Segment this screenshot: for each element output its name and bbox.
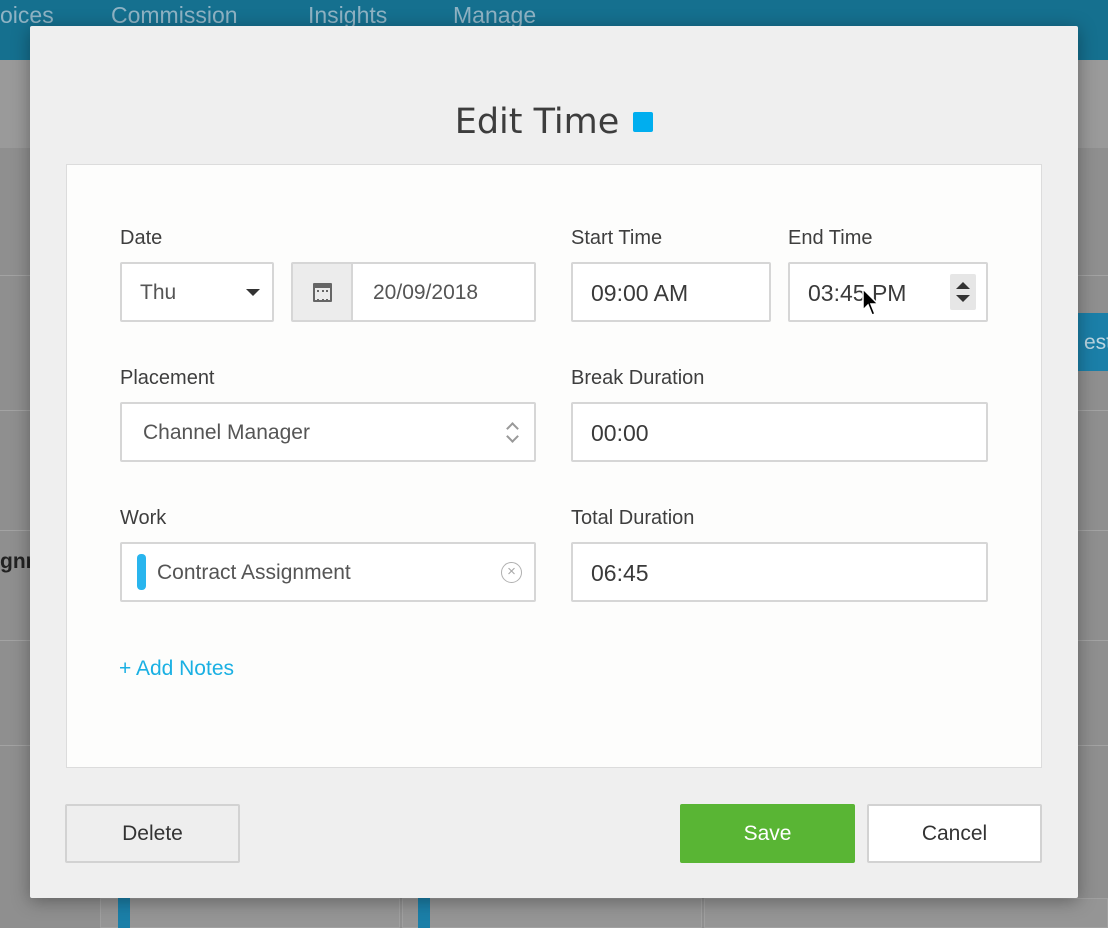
start-time-value: 09:00 AM [591, 280, 689, 306]
break-duration-label: Break Duration [571, 367, 705, 389]
break-duration-input[interactable]: 00:00 [571, 402, 988, 462]
work-value: Contract Assignment [157, 561, 351, 584]
date-label: Date [120, 227, 163, 249]
calendar-icon [313, 283, 332, 302]
date-picker-field[interactable]: 20/09/2018 [291, 262, 536, 322]
background-color-bar [418, 898, 430, 928]
total-duration-value: 06:45 [591, 560, 649, 586]
work-color-indicator [137, 554, 146, 590]
title-color-swatch [633, 112, 654, 132]
chevron-up-down-icon [506, 420, 520, 446]
background-side-button-label: est [1084, 331, 1108, 354]
end-time-value: 03:45 PM [808, 280, 907, 306]
delete-button[interactable]: Delete [65, 804, 240, 863]
nav-item-manage[interactable]: Manage [453, 2, 536, 29]
background-row-text: gnr [0, 550, 34, 573]
nav-item-commission[interactable]: Commission [111, 2, 238, 29]
day-select[interactable]: Thu [120, 262, 274, 322]
cancel-button[interactable]: Cancel [867, 804, 1042, 863]
calendar-button[interactable] [293, 264, 353, 320]
work-select[interactable]: Contract Assignment × [120, 542, 536, 602]
background-card [704, 898, 1108, 928]
start-time-input[interactable]: 09:00 AM [571, 262, 771, 322]
nav-item-insights[interactable]: Insights [308, 2, 387, 29]
background-card [402, 898, 702, 928]
break-duration-value: 00:00 [591, 420, 649, 446]
add-notes-link[interactable]: + Add Notes [119, 657, 234, 681]
background-color-bar [118, 898, 130, 928]
background-side-button: est [1078, 313, 1108, 371]
edit-time-dialog: Edit Time Date Thu 20/09/2018 Start Time… [30, 26, 1078, 898]
mouse-pointer-icon [862, 288, 880, 316]
end-time-input[interactable]: 03:45 PM [788, 262, 988, 322]
save-button[interactable]: Save [680, 804, 855, 863]
caret-down-icon [246, 289, 260, 296]
placement-value: Channel Manager [143, 421, 310, 444]
dialog-header: Edit Time [30, 102, 1078, 142]
nav-item-invoices[interactable]: oices [0, 2, 54, 29]
work-label: Work [120, 507, 167, 529]
background-card [100, 898, 400, 928]
spinner-down-arrow-icon[interactable] [956, 295, 970, 302]
spinner-up-arrow-icon[interactable] [956, 282, 970, 289]
start-time-label: Start Time [571, 227, 663, 249]
clear-circle-icon[interactable]: × [501, 562, 522, 583]
placement-select[interactable]: Channel Manager [120, 402, 536, 462]
day-select-value: Thu [140, 281, 177, 304]
end-time-label: End Time [788, 227, 873, 249]
placement-label: Placement [120, 367, 215, 389]
total-duration-label: Total Duration [571, 507, 695, 529]
date-value: 20/09/2018 [373, 281, 479, 304]
dialog-title: Edit Time [454, 102, 620, 142]
total-duration-input[interactable]: 06:45 [571, 542, 988, 602]
spinner-up-down-icon[interactable] [950, 274, 976, 310]
